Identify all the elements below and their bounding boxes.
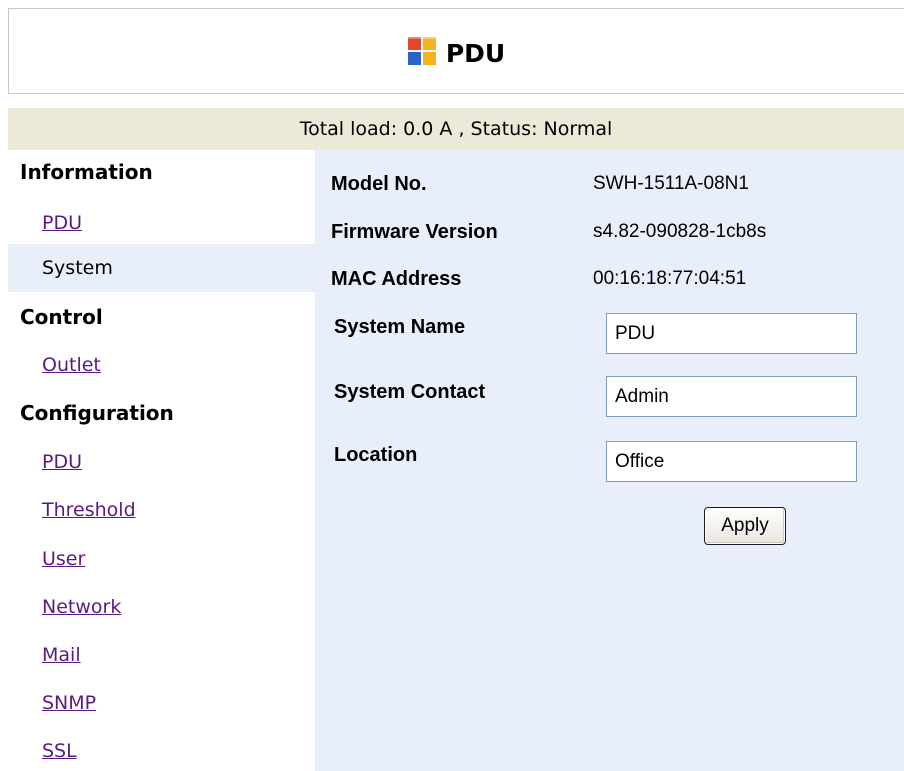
sidebar-item-mail[interactable]: Mail: [42, 644, 81, 666]
system-contact-field[interactable]: [606, 376, 857, 417]
sidebar-item-user[interactable]: User: [42, 548, 85, 570]
page-header: PDU: [8, 8, 904, 94]
sidebar-item-info-pdu[interactable]: PDU: [42, 212, 82, 234]
sidebar-item-ssl[interactable]: SSL: [42, 740, 77, 762]
sidebar-item-system[interactable]: System: [8, 244, 315, 292]
sidebar-item-network[interactable]: Network: [42, 596, 121, 618]
model-label: Model No.: [331, 173, 427, 195]
sidebar-item-threshold[interactable]: Threshold: [42, 499, 136, 521]
windows-logo-icon: [407, 37, 436, 65]
firmware-value: s4.82-090828-1cb8s: [593, 221, 767, 242]
sidebar-heading-configuration: Configuration: [20, 401, 174, 425]
system-name-label: System Name: [334, 316, 466, 338]
sidebar-heading-control: Control: [20, 305, 103, 329]
sidebar: Information PDU System Control Outlet Co…: [8, 150, 315, 771]
sidebar-item-config-pdu[interactable]: PDU: [42, 451, 82, 473]
system-name-field[interactable]: [606, 313, 857, 354]
status-bar: Total load: 0.0 A , Status: Normal: [8, 108, 904, 150]
mac-label: MAC Address: [331, 268, 462, 290]
sidebar-item-snmp[interactable]: SNMP: [42, 692, 96, 714]
sidebar-heading-information: Information: [20, 160, 153, 184]
sidebar-item-label: System: [42, 257, 113, 279]
status-text: Total load: 0.0 A , Status: Normal: [299, 118, 613, 140]
firmware-label: Firmware Version: [331, 221, 498, 243]
apply-button[interactable]: Apply: [704, 507, 786, 545]
system-contact-label: System Contact: [334, 381, 486, 403]
model-value: SWH-1511A-08N1: [593, 173, 749, 194]
location-field[interactable]: [606, 441, 857, 482]
location-label: Location: [334, 444, 418, 466]
page-title: PDU: [445, 38, 506, 68]
mac-value: 00:16:18:77:04:51: [593, 268, 747, 289]
sidebar-item-outlet[interactable]: Outlet: [42, 354, 101, 376]
